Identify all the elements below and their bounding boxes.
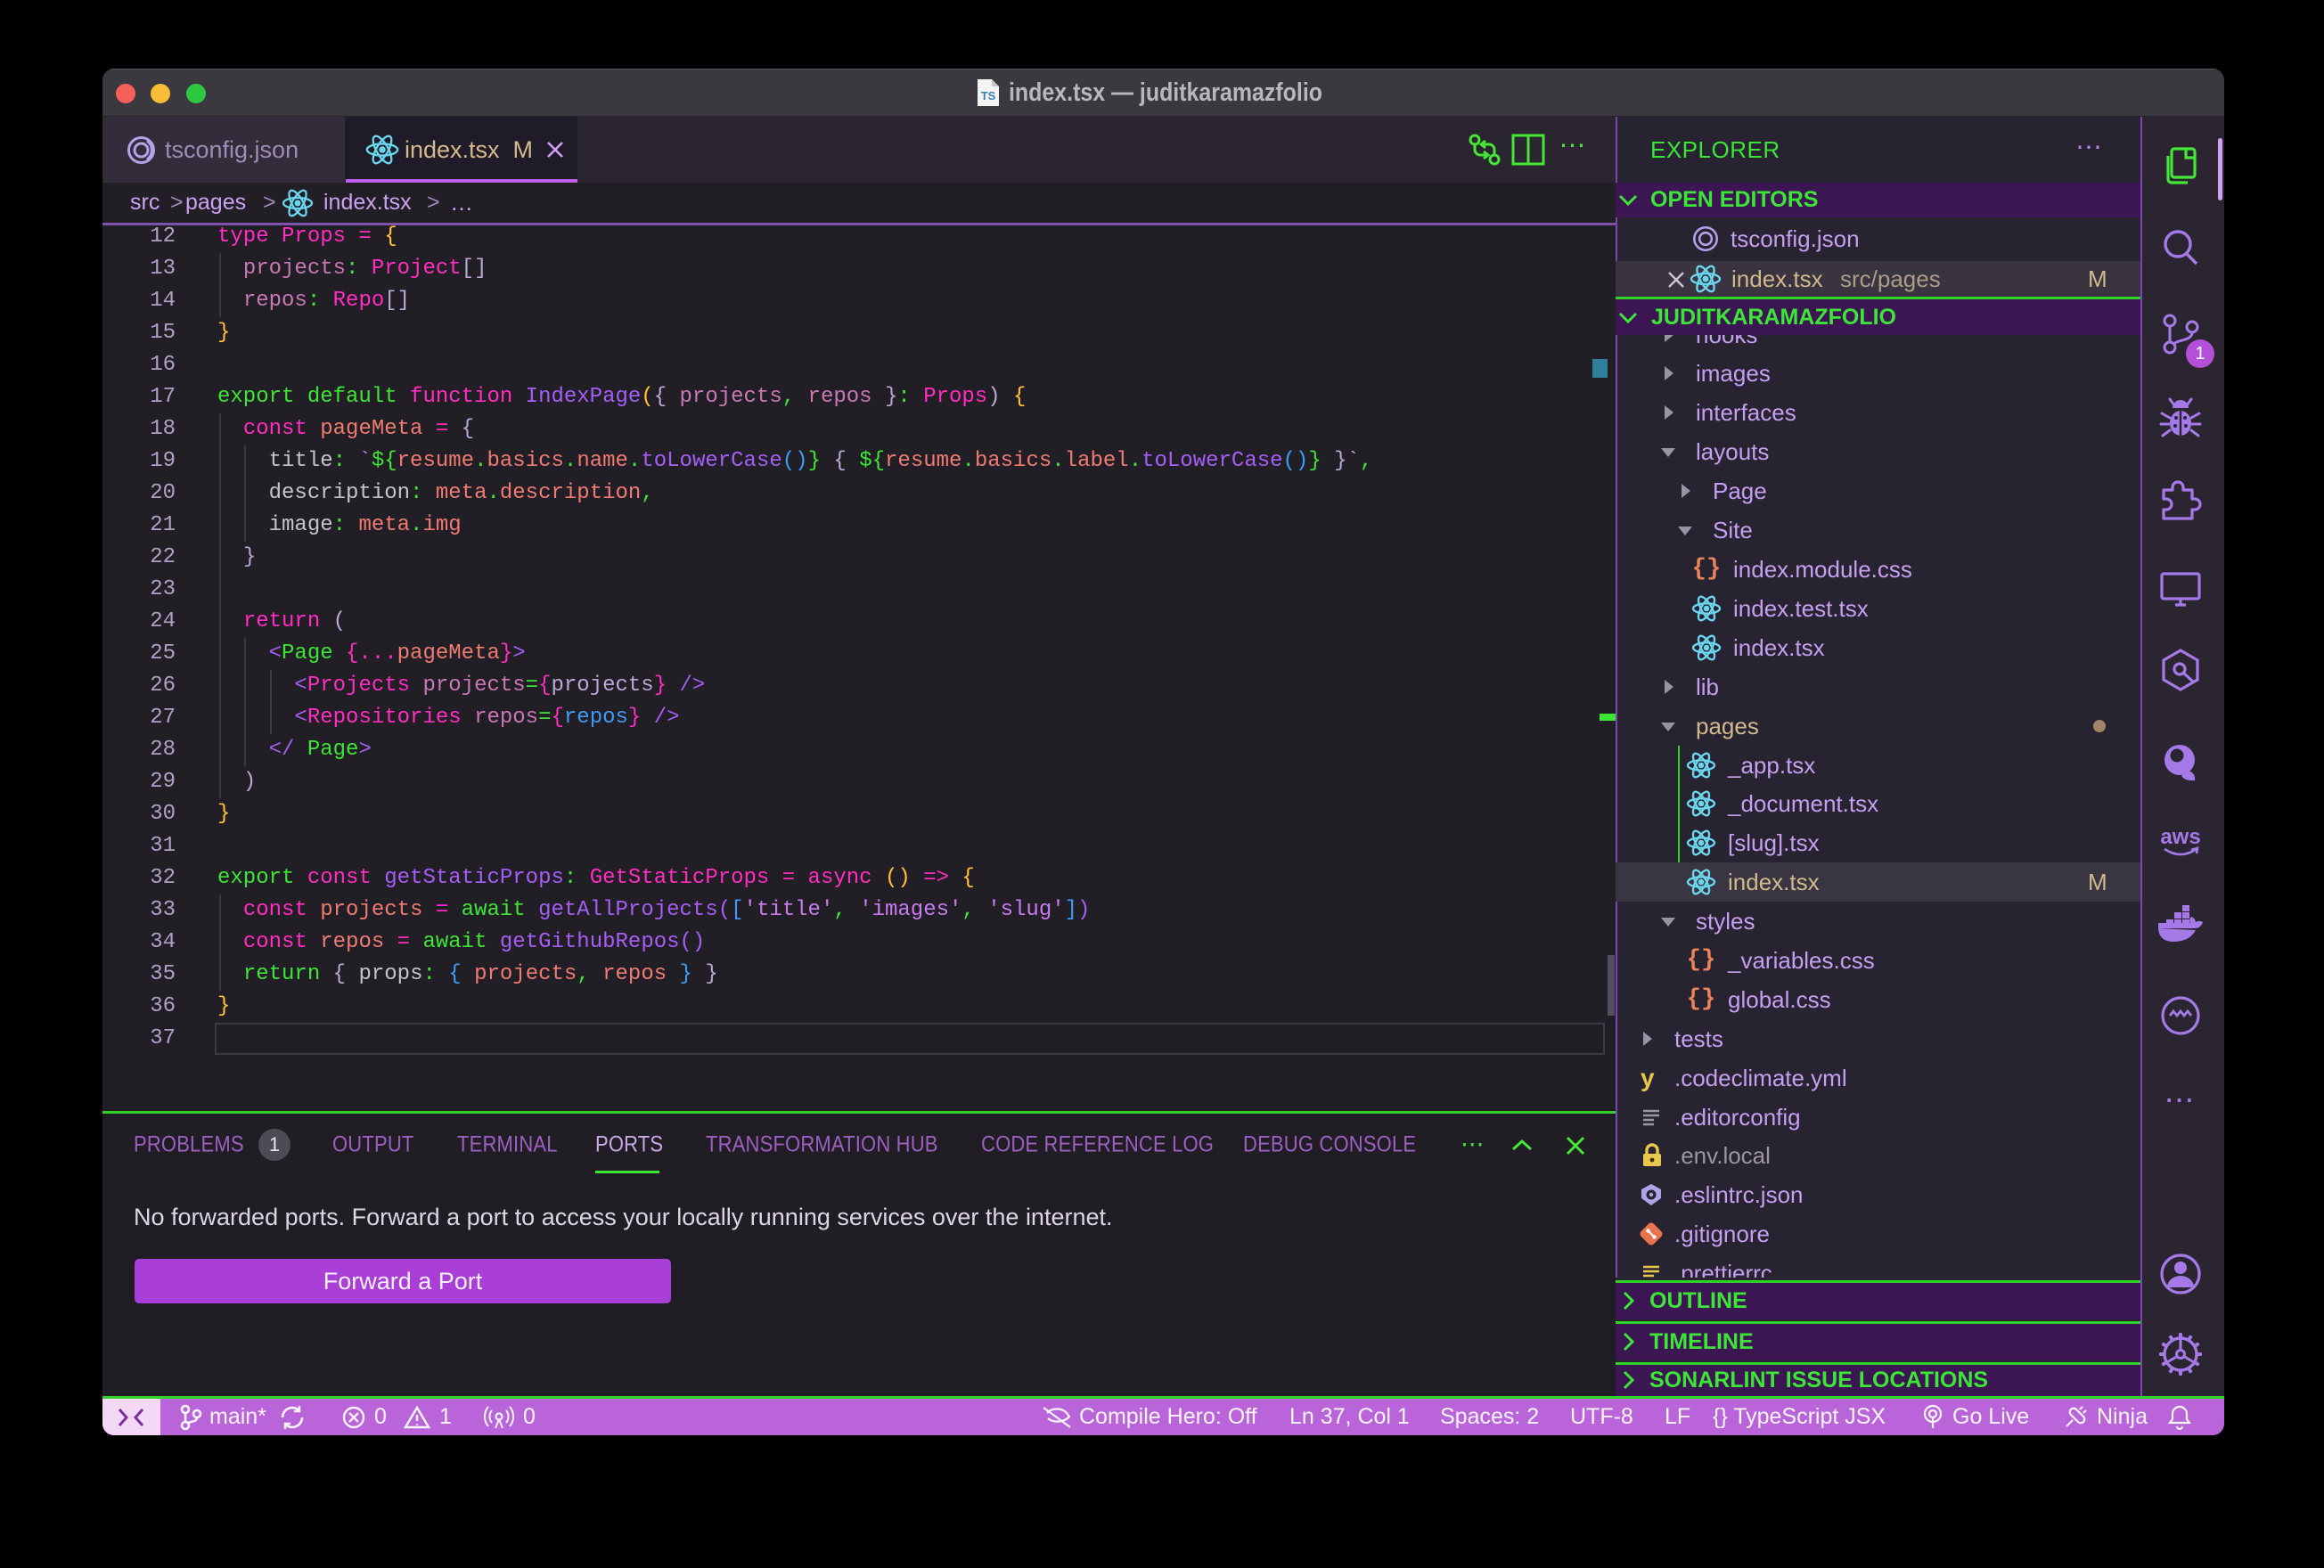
svg-text:aws: aws bbox=[2160, 825, 2200, 849]
svg-text:TS: TS bbox=[981, 89, 996, 102]
